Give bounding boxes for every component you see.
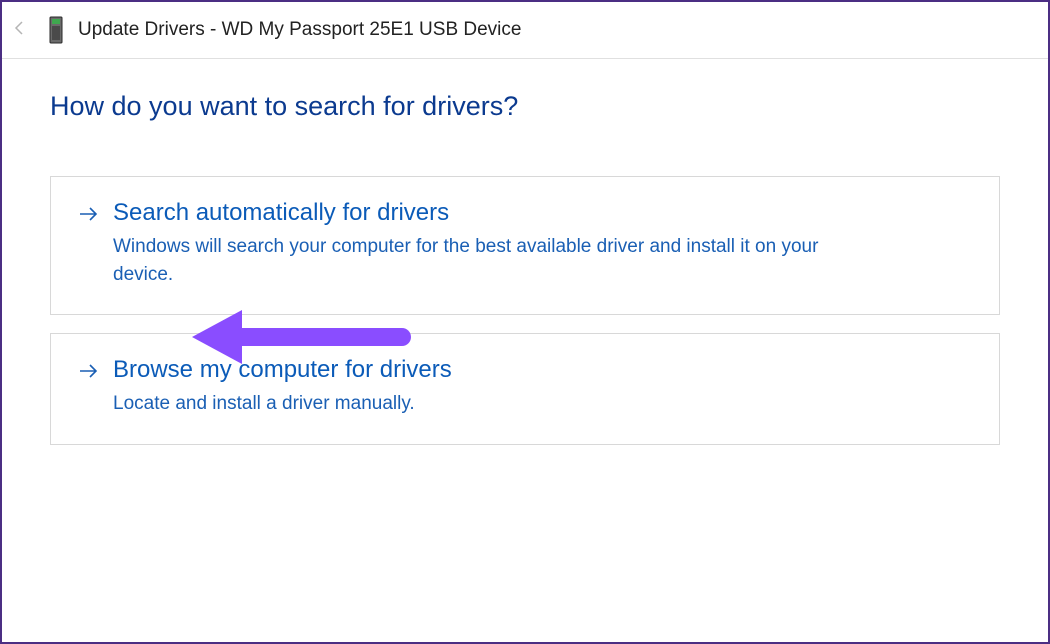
arrow-right-icon (77, 360, 99, 388)
content-area: How do you want to search for drivers? S… (2, 59, 1048, 445)
page-heading: How do you want to search for drivers? (50, 91, 1000, 122)
window-title: Update Drivers - WD My Passport 25E1 USB… (78, 19, 521, 41)
option-description: Windows will search your computer for th… (113, 233, 853, 288)
titlebar: Update Drivers - WD My Passport 25E1 USB… (2, 2, 1048, 59)
option-title: Browse my computer for drivers (113, 356, 452, 384)
option-search-automatically[interactable]: Search automatically for drivers Windows… (50, 176, 1000, 315)
option-browse-computer[interactable]: Browse my computer for drivers Locate an… (50, 333, 1000, 445)
arrow-right-icon (77, 203, 99, 231)
device-icon (48, 16, 64, 44)
back-arrow-icon[interactable] (12, 20, 28, 41)
option-title: Search automatically for drivers (113, 199, 853, 227)
option-description: Locate and install a driver manually. (113, 390, 452, 418)
